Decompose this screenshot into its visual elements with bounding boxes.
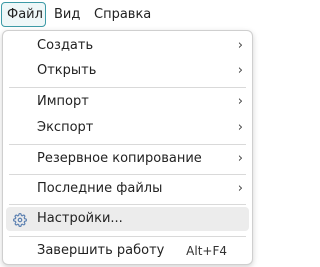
file-dropdown-menu: Создать › Открыть › Импорт › Экспорт › Р…	[2, 30, 253, 265]
menu-item-label: Создать	[37, 38, 94, 53]
menu-separator	[9, 174, 246, 175]
menu-separator	[9, 204, 246, 205]
menu-file[interactable]: Файл	[1, 2, 46, 27]
menu-item-backup[interactable]: Резервное копирование ›	[6, 147, 249, 171]
menu-item-label: Последние файлы	[37, 181, 163, 196]
chevron-right-icon: ›	[237, 63, 243, 78]
chevron-right-icon: ›	[237, 120, 243, 135]
gear-icon	[13, 212, 27, 227]
menu-separator	[9, 87, 246, 88]
menu-item-label: Настройки...	[37, 211, 123, 226]
menu-item-label: Импорт	[37, 94, 89, 109]
chevron-right-icon: ›	[237, 94, 243, 109]
menu-bar: Файл Вид Справка	[0, 0, 255, 31]
menu-help[interactable]: Справка	[89, 2, 156, 27]
menu-item-settings[interactable]: Настройки...	[6, 207, 249, 231]
menu-item-import[interactable]: Импорт ›	[6, 90, 249, 114]
chevron-right-icon: ›	[237, 151, 243, 166]
menu-item-exit[interactable]: Завершить работу Alt+F4	[6, 239, 249, 263]
menu-item-label: Экспорт	[37, 120, 94, 135]
keyboard-shortcut: Alt+F4	[186, 244, 227, 258]
menu-separator	[9, 144, 246, 145]
menu-item-label: Открыть	[37, 63, 97, 78]
menu-item-label: Завершить работу	[37, 243, 165, 258]
menu-item-export[interactable]: Экспорт ›	[6, 116, 249, 140]
menu-item-recent-files[interactable]: Последние файлы ›	[6, 177, 249, 201]
menu-item-open[interactable]: Открыть ›	[6, 59, 249, 83]
chevron-right-icon: ›	[237, 38, 243, 53]
menu-separator	[9, 236, 246, 237]
menu-item-label: Резервное копирование	[37, 151, 202, 166]
menu-view[interactable]: Вид	[49, 2, 85, 27]
chevron-right-icon: ›	[237, 181, 243, 196]
menu-item-create[interactable]: Создать ›	[6, 34, 249, 58]
